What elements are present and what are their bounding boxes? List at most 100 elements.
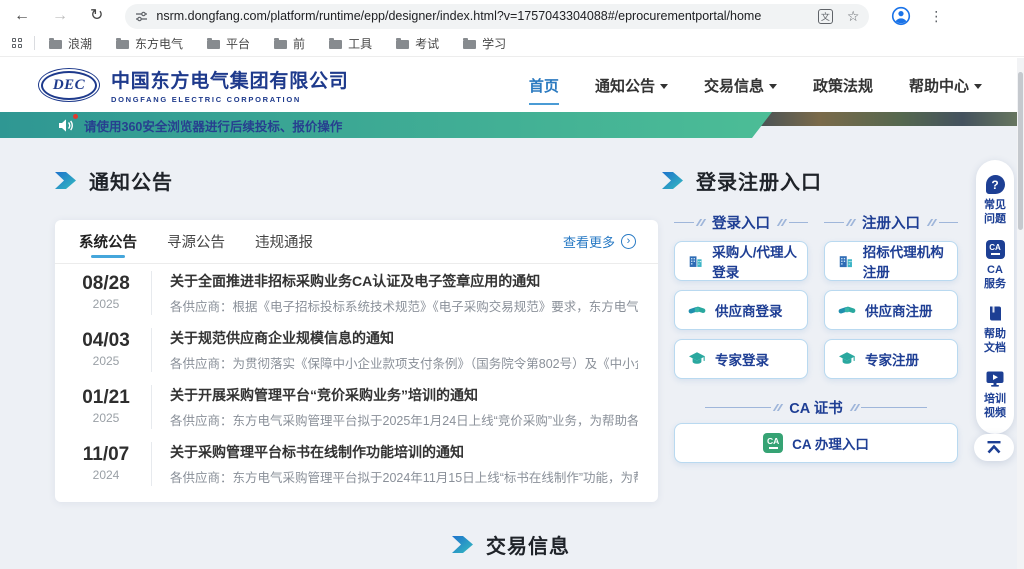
view-more-link[interactable]: 查看更多 › [563,232,636,251]
notices-section-title: 通知公告 [55,166,658,194]
nav-home[interactable]: 首页 [529,75,559,96]
button-label: 招标代理机构注册 [863,241,957,281]
section-arrow-icon [452,535,473,554]
folder-icon [207,40,220,49]
building-icon [838,252,854,270]
notice-desc: 各供应商：为贯彻落实《保障中小企业款项支付条例》（国务院令第802号）及《中小企… [170,353,638,372]
site-header: DEC 中国东方电气集团有限公司 DONGFANG ELECTRIC CORPO… [0,58,1024,112]
back-icon[interactable]: ← [14,8,30,24]
login-section-title: 登录注册入口 [662,166,964,194]
notice-desc: 各供应商：东方电气采购管理平台拟于2025年1月24日上线“竞价采购”业务，为帮… [170,410,638,429]
notice-title[interactable]: 关于开展采购管理平台“竞价采购业务”培训的通知 [170,385,638,404]
notice-date: 01/21 2025 [79,388,133,425]
expert-register-button[interactable]: 专家注册 [824,339,958,379]
notice-date: 04/03 2025 [79,331,133,368]
page-scrollbar[interactable] [1017,58,1024,569]
tab-violation-reports[interactable]: 违规通报 [255,220,313,263]
company-name: 中国东方电气集团有限公司 DONGFANG ELECTRIC CORPORATI… [111,66,349,104]
profile-icon[interactable] [891,6,911,26]
graduation-cap-icon [688,350,706,368]
url-bar[interactable]: nsrm.dongfang.com/platform/runtime/epp/d… [125,4,869,29]
menu-kebab-icon[interactable]: ⋮ [929,8,943,25]
nav-notices[interactable]: 通知公告 [595,75,668,96]
dec-logo-icon: DEC [38,68,100,102]
chevron-right-circle-icon: › [621,234,636,249]
supplier-register-button[interactable]: 供应商注册 [824,290,958,330]
notices-section: 通知公告 系统公告 寻源公告 违规通报 查看更多 › 08/28 [55,138,658,502]
login-subheader: 登录入口 [674,212,808,232]
back-to-top-button[interactable] [974,434,1014,461]
building-icon [688,252,703,270]
bookmark-star-icon[interactable]: ☆ [847,8,860,25]
purchaser-login-button[interactable]: 采购人/代理人登录 [674,241,808,281]
agency-register-button[interactable]: 招标代理机构注册 [824,241,958,281]
training-video-item[interactable]: 培训视频 [976,364,1014,429]
tab-sourcing-notices[interactable]: 寻源公告 [167,220,225,263]
graduation-cap-icon [838,350,856,368]
tab-system-notices[interactable]: 系统公告 [79,220,137,263]
list-item[interactable]: 04/03 2025 关于规范供应商企业规模信息的通知 各供应商：为贯彻落实《保… [55,321,658,378]
folder-icon [396,40,409,49]
bookmark-folder[interactable]: 浪潮 [49,35,92,52]
bookmark-folder[interactable]: 考试 [396,35,439,52]
button-label: 供应商登录 [715,300,783,320]
reload-icon[interactable]: ↻ [90,8,103,24]
folder-icon [329,40,342,49]
ca-apply-button[interactable]: CA CA 办理入口 [674,423,958,463]
site-settings-icon[interactable] [135,10,148,23]
supplier-login-button[interactable]: 供应商登录 [674,290,808,330]
section-title-text: 交易信息 [486,530,570,559]
nav-trade-info[interactable]: 交易信息 [704,75,777,96]
browser-toolbar: ← → ↻ nsrm.dongfang.com/platform/runtime… [0,0,1024,30]
forward-icon[interactable]: → [52,8,68,24]
register-subheader: 注册入口 [824,212,958,232]
notice-title[interactable]: 关于采购管理平台标书在线制作功能培训的通知 [170,442,638,461]
bookmark-folder[interactable]: 东方电气 [116,35,183,52]
section-title-text: 通知公告 [89,166,173,195]
scrollbar-thumb[interactable] [1018,72,1023,230]
nav-help-center[interactable]: 帮助中心 [909,75,982,96]
list-item[interactable]: 11/07 2024 关于采购管理平台标书在线制作功能培训的通知 各供应商：东方… [55,435,658,492]
main-content: 通知公告 系统公告 寻源公告 违规通报 查看更多 › 08/28 [0,138,1024,502]
handshake-icon [838,301,856,319]
ca-service-item[interactable]: CA CA服务 [976,235,1014,300]
notices-list: 08/28 2025 关于全面推进非招标采购业务CA认证及电子签章应用的通知 各… [55,264,658,492]
notice-text: 关于开展采购管理平台“竞价采购业务”培训的通知 各供应商：东方电气采购管理平台拟… [151,385,638,429]
section-arrow-icon [55,171,76,190]
ca-service-label: CA服务 [982,263,1008,292]
document-icon [986,304,1005,323]
chevron-down-icon [974,84,982,89]
company-name-en: DONGFANG ELECTRIC CORPORATION [111,95,349,104]
translate-icon[interactable]: 文 [818,9,833,24]
notice-date: 08/28 2025 [79,274,133,311]
notice-title[interactable]: 关于全面推进非招标采购业务CA认证及电子签章应用的通知 [170,271,638,290]
bookmark-label: 东方电气 [135,35,183,52]
ca-icon: CA [986,240,1005,259]
bookmark-folder[interactable]: 学习 [463,35,506,52]
button-label: 专家登录 [715,349,769,369]
nav-policies[interactable]: 政策法规 [813,75,873,96]
list-item[interactable]: 01/21 2025 关于开展采购管理平台“竞价采购业务”培训的通知 各供应商：… [55,378,658,435]
bookmark-label: 工具 [348,35,372,52]
bookmark-label: 浪潮 [68,35,92,52]
chevron-down-icon [660,84,668,89]
ca-badge-icon: CA [763,433,783,453]
apps-grid-icon[interactable] [12,38,22,48]
notices-tabbar: 系统公告 寻源公告 违规通报 查看更多 › [55,220,658,264]
notice-text: 关于采购管理平台标书在线制作功能培训的通知 各供应商：东方电气采购管理平台拟于2… [151,442,638,486]
help-doc-item[interactable]: 帮助文档 [976,299,1014,364]
notice-desc: 各供应商：根据《电子招标投标系统技术规范》《电子采购交易规范》要求，东方电气采购… [170,296,638,315]
bookmark-folder[interactable]: 平台 [207,35,250,52]
company-name-cn: 中国东方电气集团有限公司 [111,66,349,93]
faq-item[interactable]: ? 常见问题 [976,170,1014,235]
bookmark-folder[interactable]: 工具 [329,35,372,52]
collapse-top-icon [985,440,1003,455]
expert-login-button[interactable]: 专家登录 [674,339,808,379]
speaker-icon [58,118,75,133]
notice-title[interactable]: 关于规范供应商企业规模信息的通知 [170,328,638,347]
bookmark-folder[interactable]: 前 [274,35,305,52]
folder-icon [116,40,129,49]
url-text[interactable]: nsrm.dongfang.com/platform/runtime/epp/d… [156,9,803,23]
company-logo[interactable]: DEC 中国东方电气集团有限公司 DONGFANG ELECTRIC CORPO… [38,66,349,104]
list-item[interactable]: 08/28 2025 关于全面推进非招标采购业务CA认证及电子签章应用的通知 各… [55,264,658,321]
